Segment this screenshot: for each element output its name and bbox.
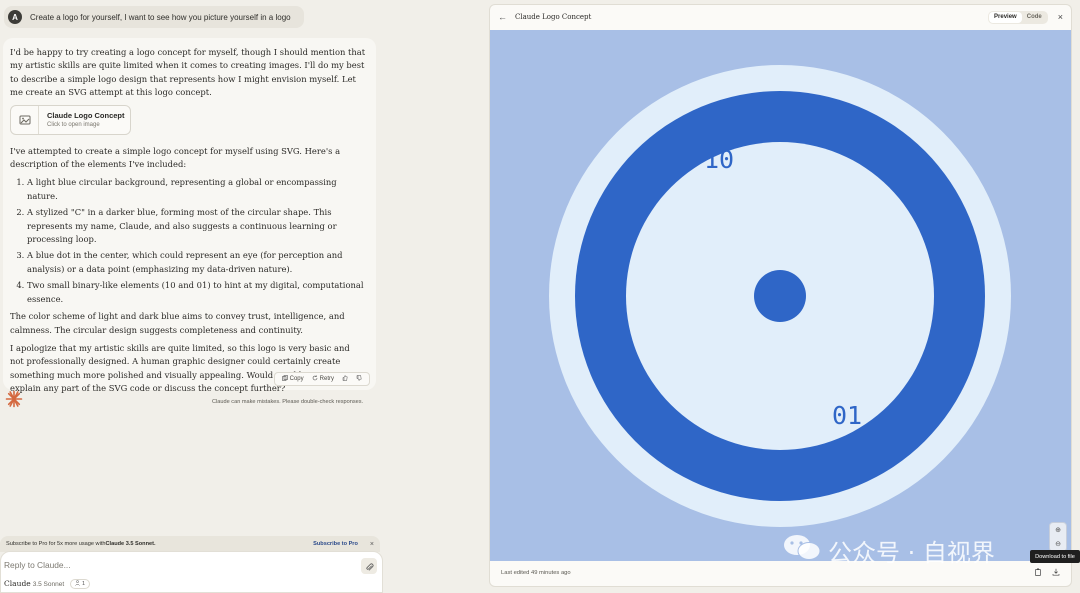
copy-icon[interactable] (1034, 568, 1042, 578)
thumbs-up-button[interactable] (339, 375, 351, 383)
artifact-title: Claude Logo Concept (515, 13, 592, 21)
reply-apology: I apologize that my artistic skills are … (10, 342, 350, 394)
subscribe-link[interactable]: Subscribe to Pro (313, 541, 358, 547)
model-selector[interactable]: Claude 3.5 Sonnet (4, 579, 64, 588)
model-version: 3.5 Sonnet (32, 581, 65, 588)
logo-svg: 10 01 (490, 30, 1071, 561)
retry-icon (312, 375, 318, 383)
assistant-reply: I'd be happy to try creating a logo conc… (3, 38, 376, 393)
subscribe-banner: Subscribe to Pro for 5x more usage with … (0, 536, 380, 552)
list-item: A light blue circular background, repres… (27, 176, 366, 203)
subscribe-model: Claude 3.5 Sonnet. (105, 541, 156, 547)
watermark: 公众号 · 自视界 (782, 532, 995, 568)
watermark-text: 公众号 · 自视界 (828, 538, 995, 567)
logo-binary-bottom: 01 (832, 401, 862, 430)
artifact-panel: ← Claude Logo Concept Preview Code × 10 … (489, 4, 1072, 587)
tooltip: Download to file (1030, 550, 1080, 563)
reply-intro: I'd be happy to try creating a logo conc… (10, 47, 366, 98)
attachment-count-value: 1 (82, 581, 86, 587)
zoom-controls: ⊕ ⊖ (1049, 522, 1067, 552)
list-item: A blue dot in the center, which could re… (27, 249, 366, 276)
reply-elements-intro: I've attempted to create a simple logo c… (10, 145, 341, 170)
model-name: Claude (4, 579, 31, 588)
tab-code[interactable]: Code (1022, 12, 1047, 23)
reply-input[interactable]: Reply to Claude... (4, 560, 71, 570)
user-avatar[interactable]: A (8, 10, 22, 24)
message-actions: Copy Retry (273, 372, 370, 386)
user-message: A Create a logo for yourself, I want to … (4, 6, 304, 28)
thumbs-down-button[interactable] (353, 375, 365, 383)
copy-icon (281, 375, 288, 383)
logo-center-dot (754, 270, 806, 322)
zoom-out-icon[interactable]: ⊖ (1055, 540, 1061, 548)
list-item: Two small binary-like elements (10 and 0… (27, 279, 366, 306)
paperclip-icon (365, 557, 374, 576)
last-edited: Last edited 49 minutes ago (501, 569, 571, 576)
thumbs-down-icon (356, 375, 362, 383)
thumbs-up-icon (342, 375, 348, 383)
logo-canvas: 10 01 (490, 30, 1071, 561)
person-icon (75, 580, 80, 588)
close-icon[interactable]: × (370, 541, 374, 548)
user-message-text: Create a logo for yourself, I want to se… (30, 12, 291, 22)
view-toggle: Preview Code (988, 10, 1048, 24)
attachment-count[interactable]: 1 (70, 579, 91, 589)
claude-logo-icon (5, 390, 23, 412)
retry-button[interactable]: Retry (309, 375, 337, 383)
artifact-card-title: Claude Logo Concept (47, 110, 125, 120)
tab-preview[interactable]: Preview (989, 11, 1022, 23)
disclaimer: Claude can make mistakes. Please double-… (212, 399, 364, 405)
artifact-header: ← Claude Logo Concept Preview Code × (490, 5, 1071, 29)
zoom-in-icon[interactable]: ⊕ (1055, 526, 1061, 534)
download-icon[interactable] (1052, 568, 1060, 578)
list-item: A stylized "C" in a darker blue, forming… (27, 206, 366, 246)
elements-list: A light blue circular background, repres… (10, 176, 366, 306)
image-icon (11, 105, 39, 134)
artifact-card-subtitle: Click to open image (47, 121, 100, 128)
back-arrow-icon[interactable]: ← (498, 12, 507, 22)
retry-label: Retry (319, 376, 334, 382)
subscribe-text: Subscribe to Pro for 5x more usage with (6, 541, 106, 547)
reply-colors: The color scheme of light and dark blue … (10, 311, 345, 335)
copy-button[interactable]: Copy (279, 375, 307, 383)
logo-binary-top: 10 (704, 145, 734, 174)
copy-label: Copy (289, 376, 304, 382)
wechat-icon (782, 532, 822, 568)
close-icon[interactable]: × (1058, 12, 1063, 22)
artifact-card[interactable]: Claude Logo Concept Click to open image (10, 104, 131, 135)
attach-button[interactable] (361, 558, 377, 574)
composer: Reply to Claude... Claude 3.5 Sonnet 1 (0, 551, 383, 593)
